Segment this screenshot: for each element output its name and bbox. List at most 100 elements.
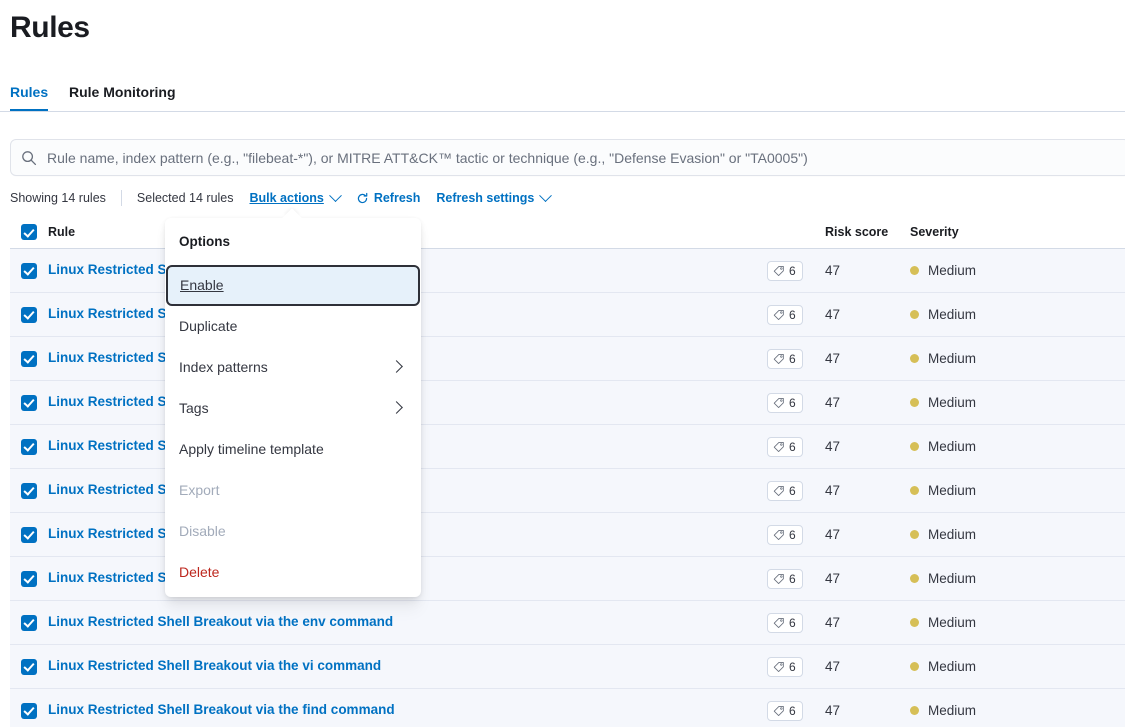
severity-label: Medium xyxy=(928,395,977,410)
tags-cell: 6 xyxy=(767,524,825,545)
row-checkbox[interactable] xyxy=(21,438,37,455)
refresh-button[interactable]: Refresh xyxy=(356,191,421,205)
severity-dot-icon xyxy=(910,398,919,407)
tags-cell: 6 xyxy=(767,392,825,413)
risk-score-cell: 47 xyxy=(825,527,910,542)
popover-menu: Enable Duplicate Index patterns Tags Apply t… xyxy=(165,265,421,593)
tag-icon xyxy=(773,705,784,716)
tags-badge[interactable]: 6 xyxy=(767,436,803,457)
rule-name-cell: Linux Restricted Shell Breakout via the … xyxy=(48,658,767,676)
row-checkbox[interactable] xyxy=(21,614,37,631)
popover-item-enable[interactable]: Enable xyxy=(166,265,420,306)
row-checkbox[interactable] xyxy=(21,570,37,587)
search-input[interactable] xyxy=(47,149,1119,166)
row-checkbox[interactable] xyxy=(21,306,37,323)
bulk-actions-button[interactable]: Bulk actions xyxy=(249,188,342,205)
severity-badge: Medium xyxy=(910,395,1125,410)
severity-badge: Medium xyxy=(910,703,1125,718)
row-checkbox[interactable] xyxy=(21,262,37,279)
popover-item-tags[interactable]: Tags xyxy=(165,388,421,429)
severity-dot-icon xyxy=(910,354,919,363)
tags-count: 6 xyxy=(789,439,796,454)
severity-cell: Medium xyxy=(910,439,1125,454)
severity-cell: Medium xyxy=(910,527,1125,542)
rule-name-cell: Linux Restricted Shell Breakout via the … xyxy=(48,702,767,720)
column-header-risk-score[interactable]: Risk score xyxy=(825,225,910,239)
popover-item-index-patterns[interactable]: Index patterns xyxy=(165,347,421,388)
tab-rules-label: Rules xyxy=(10,84,49,100)
risk-score-value: 47 xyxy=(825,395,841,410)
tags-badge[interactable]: 6 xyxy=(767,260,803,281)
rule-name-link[interactable]: Linux Restricted Shell Breakout via the … xyxy=(48,658,381,673)
tags-cell: 6 xyxy=(767,480,825,501)
refresh-label: Refresh xyxy=(373,191,421,205)
refresh-settings-button[interactable]: Refresh settings xyxy=(436,188,553,205)
severity-dot-icon xyxy=(910,310,919,319)
tag-icon xyxy=(773,573,784,584)
row-select-cell xyxy=(10,570,48,587)
risk-score-cell: 47 xyxy=(825,439,910,454)
tags-badge[interactable]: 6 xyxy=(767,480,803,501)
tags-count: 6 xyxy=(789,351,796,366)
row-checkbox[interactable] xyxy=(21,526,37,543)
tags-cell: 6 xyxy=(767,656,825,677)
severity-cell: Medium xyxy=(910,703,1125,718)
severity-dot-icon xyxy=(910,266,919,275)
severity-dot-icon xyxy=(910,486,919,495)
tags-badge[interactable]: 6 xyxy=(767,304,803,325)
severity-badge: Medium xyxy=(910,351,1125,366)
tags-badge[interactable]: 6 xyxy=(767,348,803,369)
row-checkbox[interactable] xyxy=(21,394,37,411)
severity-label: Medium xyxy=(928,351,977,366)
rule-name-link[interactable]: Linux Restricted Shell Breakout via the … xyxy=(48,614,393,629)
severity-label: Medium xyxy=(928,571,977,586)
column-header-severity[interactable]: Severity xyxy=(910,225,1125,239)
rule-name-link[interactable]: Linux Restricted Shell Breakout via the … xyxy=(48,702,395,717)
table-row[interactable]: Linux Restricted Shell Breakout via the … xyxy=(10,601,1125,645)
row-checkbox[interactable] xyxy=(21,482,37,499)
popover-item-delete[interactable]: Delete xyxy=(165,552,421,593)
tag-icon xyxy=(773,441,784,452)
table-row[interactable]: Linux Restricted Shell Breakout via the … xyxy=(10,689,1125,727)
tags-badge[interactable]: 6 xyxy=(767,524,803,545)
search-bar[interactable] xyxy=(10,139,1125,176)
refresh-settings-label: Refresh settings xyxy=(436,191,535,205)
page-title: Rules xyxy=(10,11,90,44)
risk-score-cell: 47 xyxy=(825,615,910,630)
select-all-checkbox[interactable] xyxy=(21,224,37,240)
refresh-icon xyxy=(357,192,368,203)
chevron-down-icon xyxy=(328,188,342,202)
risk-score-value: 47 xyxy=(825,571,841,586)
tags-count: 6 xyxy=(789,703,796,718)
popover-item-apply-timeline-template[interactable]: Apply timeline template xyxy=(165,429,421,470)
popover-item-duplicate[interactable]: Duplicate xyxy=(165,306,421,347)
risk-score-value: 47 xyxy=(825,307,841,322)
risk-score-cell: 47 xyxy=(825,395,910,410)
row-checkbox[interactable] xyxy=(21,658,37,675)
table-row[interactable]: Linux Restricted Shell Breakout via the … xyxy=(10,645,1125,689)
tags-badge[interactable]: 6 xyxy=(767,656,803,677)
tags-badge[interactable]: 6 xyxy=(767,700,803,721)
tags-badge[interactable]: 6 xyxy=(767,612,803,633)
tags-badge[interactable]: 6 xyxy=(767,568,803,589)
row-select-cell xyxy=(10,394,48,411)
severity-label: Medium xyxy=(928,307,977,322)
tab-rule-monitoring[interactable]: Rule Monitoring xyxy=(69,78,176,111)
severity-cell: Medium xyxy=(910,307,1125,322)
row-checkbox[interactable] xyxy=(21,350,37,367)
tab-rules[interactable]: Rules xyxy=(10,78,49,111)
tags-badge[interactable]: 6 xyxy=(767,392,803,413)
severity-label: Medium xyxy=(928,615,977,630)
severity-badge: Medium xyxy=(910,659,1125,674)
risk-score-cell: 47 xyxy=(825,659,910,674)
popover-item-label: Export xyxy=(179,482,220,498)
row-select-cell xyxy=(10,658,48,675)
risk-score-cell: 47 xyxy=(825,263,910,278)
severity-dot-icon xyxy=(910,530,919,539)
severity-cell: Medium xyxy=(910,395,1125,410)
showing-count: Showing 14 rules xyxy=(10,191,106,205)
tags-count: 6 xyxy=(789,615,796,630)
row-checkbox[interactable] xyxy=(21,702,37,719)
bulk-actions-label: Bulk actions xyxy=(249,191,324,205)
row-select-cell xyxy=(10,614,48,631)
